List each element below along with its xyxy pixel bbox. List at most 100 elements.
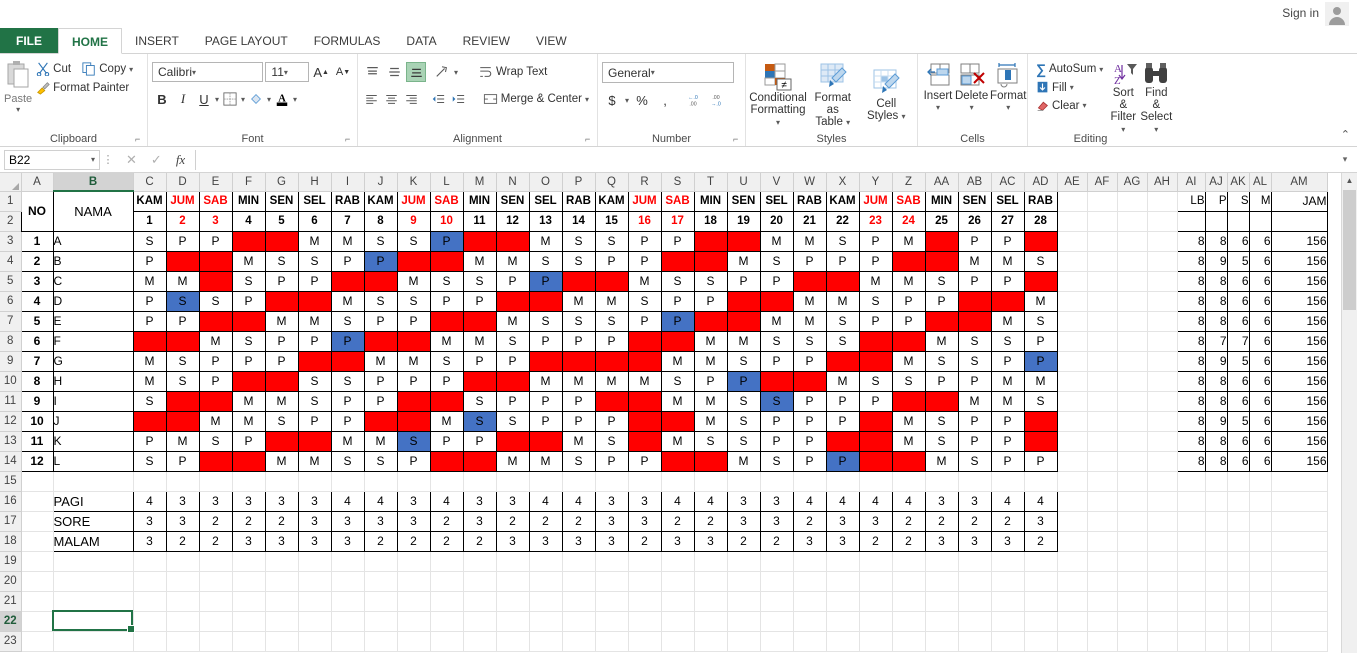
column-header-f[interactable]: F [231,173,266,192]
column-header-t[interactable]: T [693,173,728,192]
shift-cell[interactable]: O [396,410,431,432]
shift-cell[interactable]: S [759,330,794,352]
empty-cell[interactable] [1177,551,1206,572]
empty-cell[interactable] [1087,631,1118,652]
empty-cell[interactable] [1117,331,1148,352]
count-lb[interactable]: 8 [1176,390,1206,412]
shift-cell[interactable]: S [330,310,365,332]
empty-cell[interactable] [1057,331,1088,352]
empty-cell[interactable] [1087,591,1118,612]
empty-cell[interactable] [1205,591,1228,612]
empty-cell[interactable] [1117,551,1148,572]
empty-cell[interactable] [1057,231,1088,252]
total-value[interactable]: 3 [297,530,332,552]
fill-caret-icon[interactable]: ▾ [1070,83,1074,92]
shift-cell[interactable]: O [165,390,200,412]
count-lb[interactable]: 8 [1176,290,1206,312]
total-value[interactable]: 3 [1023,510,1058,532]
empty-cell[interactable] [859,631,893,652]
shift-cell[interactable]: O [891,330,926,352]
empty-cell[interactable] [232,611,266,632]
employee-no[interactable]: 5 [20,310,54,332]
column-header-v[interactable]: V [759,173,794,192]
shift-cell[interactable]: M [132,370,167,392]
employee-name[interactable]: B [52,250,134,272]
empty-cell[interactable] [1147,371,1178,392]
empty-cell[interactable] [1177,571,1206,592]
count-s[interactable]: 6 [1226,430,1250,452]
shift-cell[interactable]: S [693,270,728,292]
empty-cell[interactable] [595,551,629,572]
shift-cell[interactable]: M [396,350,431,372]
shift-cell[interactable]: M [792,290,827,312]
empty-cell[interactable] [1117,511,1148,532]
shift-cell[interactable]: S [198,430,233,452]
find-select-caret-icon[interactable]: ▾ [1154,125,1158,134]
day-number-25[interactable]: 25 [924,210,959,232]
shift-cell[interactable]: M [759,230,794,252]
empty-cell[interactable] [1024,591,1058,612]
empty-cell[interactable] [793,611,827,632]
format-painter-button[interactable]: Format Painter [32,79,133,97]
empty-cell[interactable] [529,571,563,592]
total-jam[interactable]: 156 [1270,230,1328,252]
empty-cell[interactable] [694,591,728,612]
empty-cell[interactable] [430,471,464,492]
shift-cell[interactable]: M [396,270,431,292]
shift-cell[interactable]: O [924,310,959,332]
empty-cell[interactable] [496,571,530,592]
total-value[interactable]: 3 [132,530,167,552]
shift-cell[interactable]: S [660,270,695,292]
shift-cell[interactable]: P [561,410,596,432]
spreadsheet-grid[interactable]: A B C D E F G H I J K L M N O P Q R S T U V W X Y Z AA AB AC AD AE AF AG… [0,173,1328,652]
shift-cell[interactable]: M [990,310,1025,332]
total-jam[interactable]: 156 [1270,430,1328,452]
row-header-7[interactable]: 7 [0,310,22,332]
shift-cell[interactable]: P [165,230,200,252]
empty-cell[interactable] [430,551,464,572]
shift-cell[interactable]: S [330,370,365,392]
formula-input[interactable] [195,149,1337,170]
column-header-h[interactable]: H [297,173,332,192]
shift-cell[interactable]: O [231,370,266,392]
font-size-caret-icon[interactable]: ▾ [284,68,288,77]
shift-cell[interactable]: O [924,250,959,272]
empty-cell[interactable] [1147,411,1178,432]
scrollbar-thumb[interactable] [1343,190,1356,310]
empty-summary-header[interactable] [1176,210,1206,232]
shift-cell[interactable]: O [858,410,893,432]
tab-view[interactable]: VIEW [523,28,580,53]
count-p[interactable]: 9 [1204,250,1228,272]
shift-cell[interactable]: S [264,410,299,432]
empty-cell[interactable] [892,551,926,572]
sign-in-link[interactable]: Sign in [1282,6,1319,20]
header-p[interactable]: P [1204,190,1228,212]
empty-cell[interactable] [1249,551,1272,572]
day-name-20[interactable]: SEL [759,190,794,212]
insert-function-icon[interactable]: fx [176,152,185,168]
shift-cell[interactable]: S [726,390,761,412]
shift-cell[interactable]: O [132,330,167,352]
shift-cell[interactable]: P [297,330,332,352]
empty-cell[interactable] [21,551,54,572]
shift-cell[interactable]: O [990,290,1025,312]
shift-cell[interactable]: M [660,350,695,372]
count-p[interactable]: 9 [1204,350,1228,372]
day-name-5[interactable]: SEN [264,190,299,212]
total-value[interactable]: 2 [693,510,728,532]
empty-cell[interactable] [1117,531,1148,552]
shift-cell[interactable]: O [957,310,992,332]
count-p[interactable]: 8 [1204,370,1228,392]
empty-cell[interactable] [1205,571,1228,592]
shift-cell[interactable]: S [594,230,629,252]
empty-cell[interactable] [1087,191,1118,212]
total-value[interactable]: 3 [957,490,992,512]
shift-cell[interactable]: O [363,410,398,432]
shift-cell[interactable]: P [693,370,728,392]
shift-cell[interactable]: M [231,410,266,432]
column-header-b[interactable]: B [52,173,134,192]
count-m[interactable]: 6 [1248,350,1272,372]
empty-cell[interactable] [727,591,761,612]
employee-name[interactable]: F [52,330,134,352]
shift-cell[interactable]: O [330,350,365,372]
